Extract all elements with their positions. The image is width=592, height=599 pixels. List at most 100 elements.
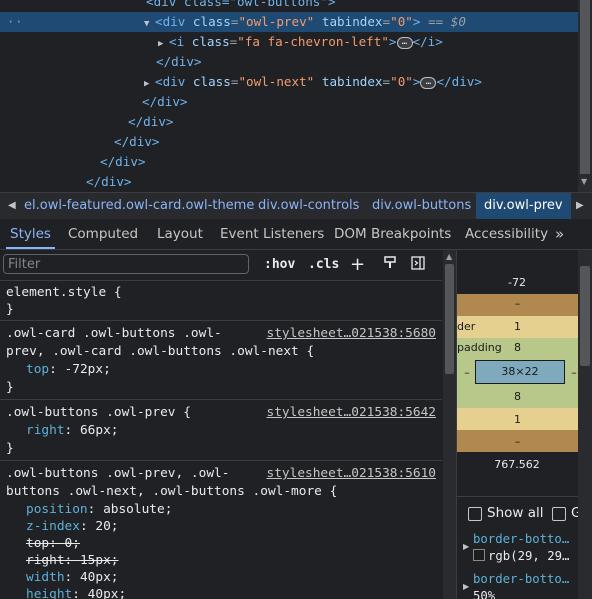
style-property[interactable]: position: absolute;	[26, 501, 172, 519]
rule-close-brace: }	[6, 302, 14, 317]
scrollbar-thumb[interactable]	[580, 0, 590, 174]
tab-event-listeners[interactable]: Event Listeners	[220, 219, 324, 249]
style-property[interactable]: top: -72px;	[26, 361, 111, 379]
breadcrumb-item[interactable]: div.owl-buttons	[372, 193, 471, 219]
dom-line-close-div[interactable]: </div>	[0, 92, 578, 112]
tag-open: <i	[169, 34, 192, 49]
expand-triangle-icon[interactable]: ▶	[463, 542, 469, 551]
cls-toggle-button[interactable]: .cls	[308, 250, 339, 280]
breadcrumb-item-active[interactable]: div.owl-prev	[476, 193, 571, 219]
more-dots-icon[interactable]: ··	[7, 12, 23, 32]
collapse-triangle-icon[interactable]: ▶	[144, 74, 155, 94]
dom-line-owl-buttons[interactable]: <div class="owl-buttons">	[146, 0, 592, 12]
styles-scrollbar[interactable]: ▲	[443, 250, 456, 599]
tab-computed[interactable]: Computed	[68, 219, 138, 249]
attr-name: class	[191, 34, 230, 49]
rule-selector-cont: buttons .owl-next, .owl-buttons .owl-mor…	[6, 484, 338, 499]
breadcrumb-item[interactable]: div.owl-controls	[258, 193, 359, 219]
scrollbar-thumb[interactable]	[445, 264, 454, 374]
content-size-value[interactable]: 38×22	[475, 365, 565, 378]
show-all-label: Show all	[487, 505, 544, 521]
tab-styles[interactable]: Styles	[6, 219, 55, 249]
stylesheet-link[interactable]: stylesheet…021538:5610	[267, 465, 437, 483]
dom-line-owl-next[interactable]: ▶ <div class="owl-next" tabindex="0">… </d…	[0, 72, 578, 92]
dom-line-icon[interactable]: ▶ <i class="fa fa-chevron-left">… </i>	[0, 32, 578, 52]
margin-bottom-value[interactable]: –	[457, 435, 578, 448]
padding-left-value[interactable]: –	[462, 366, 472, 379]
margin-top-value[interactable]: –	[457, 297, 578, 310]
stylesheet-link[interactable]: stylesheet…021538:5642	[267, 404, 437, 422]
tab-accessibility[interactable]: Accessibility	[465, 219, 548, 249]
show-all-checkbox[interactable]	[468, 507, 482, 521]
border-bottom-value[interactable]: 1	[457, 413, 578, 426]
property-value: 40px;	[87, 587, 127, 599]
sidebar-toggle-icon[interactable]	[411, 250, 425, 280]
attr-name-2: tabindex	[321, 74, 383, 89]
ellipsis-icon[interactable]: …	[420, 76, 437, 89]
computed-property-name[interactable]: border-botto…	[473, 532, 569, 546]
tag-close: </div>	[142, 94, 188, 109]
attr-equals-2: =	[382, 74, 391, 89]
dom-line-close-div[interactable]: </div>	[0, 132, 578, 152]
tag-close: </i>	[412, 34, 443, 49]
style-rule-element-style[interactable]: element.style { }	[0, 280, 442, 321]
rule-selector: .owl-buttons .owl-prev {	[6, 405, 191, 420]
breadcrumb-scroll-right-icon[interactable]: ▶	[576, 193, 584, 219]
attr-value-2: "0"	[390, 74, 413, 89]
breadcrumb-item[interactable]: el.owl-featured.owl-card.owl-theme	[24, 193, 254, 219]
style-rule-owl-prev[interactable]: .owl-buttons .owl-prev { stylesheet…0215…	[0, 400, 442, 461]
dom-line-close-div[interactable]: </div>	[0, 172, 578, 192]
padding-bottom-value[interactable]: 8	[457, 390, 578, 403]
border-top-value[interactable]: 1	[457, 320, 578, 333]
style-property-overridden[interactable]: right: 15px;	[26, 552, 118, 570]
tag-gt: >	[388, 34, 397, 49]
expand-triangle-icon[interactable]: ▼	[144, 14, 155, 34]
tag-open: <div	[155, 74, 193, 89]
tag-close: </div>	[128, 114, 174, 129]
position-top-value[interactable]: -72	[457, 276, 577, 289]
dom-line-owl-prev-selected[interactable]: ·· ▼ <div class="owl-prev" tabindex="0"> …	[0, 12, 578, 32]
attr-name: class	[192, 74, 231, 89]
style-property[interactable]: z-index: 20;	[26, 518, 118, 536]
expand-triangle-icon[interactable]: ▶	[463, 582, 469, 591]
dom-line-close-div[interactable]: </div>	[0, 52, 578, 72]
style-property[interactable]: width: 40px;	[26, 569, 118, 587]
dom-line-close-div[interactable]: </div>	[0, 112, 578, 132]
attr-value: "owl-next"	[238, 74, 315, 89]
scroll-up-icon[interactable]: ▲	[446, 252, 452, 261]
styles-pane: :hov .cls + element.style { } .owl-card …	[0, 250, 457, 599]
style-property[interactable]: right: 66px;	[26, 422, 118, 440]
scroll-down-icon[interactable]: ▼	[581, 177, 587, 186]
dom-line-close-div[interactable]: </div>	[0, 152, 578, 172]
style-property-overridden[interactable]: top: 0;	[26, 535, 80, 553]
rule-selector-cont: prev, .owl-card .owl-buttons .owl-next {	[6, 344, 315, 359]
property-name: top	[26, 536, 50, 551]
padding-top-value[interactable]: 8	[457, 341, 578, 354]
position-bottom-value[interactable]: 767.562	[457, 458, 577, 471]
breadcrumb-scroll-left-icon[interactable]: ◀	[8, 193, 16, 219]
more-tabs-chevron-icon[interactable]: »	[555, 219, 564, 249]
computed-scrollbar[interactable]	[578, 250, 592, 599]
property-value: 0;	[64, 536, 80, 551]
computed-property-value: rgb(29, 29…	[473, 549, 569, 563]
tab-dom-breakpoints[interactable]: DOM Breakpoints	[334, 219, 451, 249]
scrollbar-thumb[interactable]	[580, 266, 590, 366]
style-property[interactable]: height: 40px;	[26, 586, 126, 599]
style-rule-owl-card[interactable]: .owl-card .owl-buttons .owl- stylesheet……	[0, 321, 442, 400]
computed-property-name[interactable]: border-botto…	[473, 572, 569, 586]
styles-filter-input[interactable]	[3, 254, 249, 274]
color-swatch-icon[interactable]	[473, 549, 485, 561]
hov-toggle-button[interactable]: :hov	[264, 250, 295, 280]
tab-layout[interactable]: Layout	[157, 219, 203, 249]
new-style-rule-icon[interactable]: +	[350, 250, 365, 280]
dom-tree-scrollbar[interactable]: ▼	[578, 0, 592, 192]
property-name: width	[26, 570, 65, 585]
rule-close-brace: }	[6, 380, 14, 395]
collapse-triangle-icon[interactable]: ▶	[158, 34, 169, 54]
group-checkbox[interactable]	[552, 507, 566, 521]
elements-dom-tree[interactable]: <div class="owl-buttons"> ·· ▼ <div class…	[0, 0, 592, 192]
style-rule-owl-buttons-group[interactable]: .owl-buttons .owl-prev, .owl- stylesheet…	[0, 461, 442, 599]
paint-brush-icon[interactable]	[383, 250, 397, 280]
ellipsis-icon[interactable]: …	[396, 36, 413, 49]
stylesheet-link[interactable]: stylesheet…021538:5680	[267, 325, 437, 343]
